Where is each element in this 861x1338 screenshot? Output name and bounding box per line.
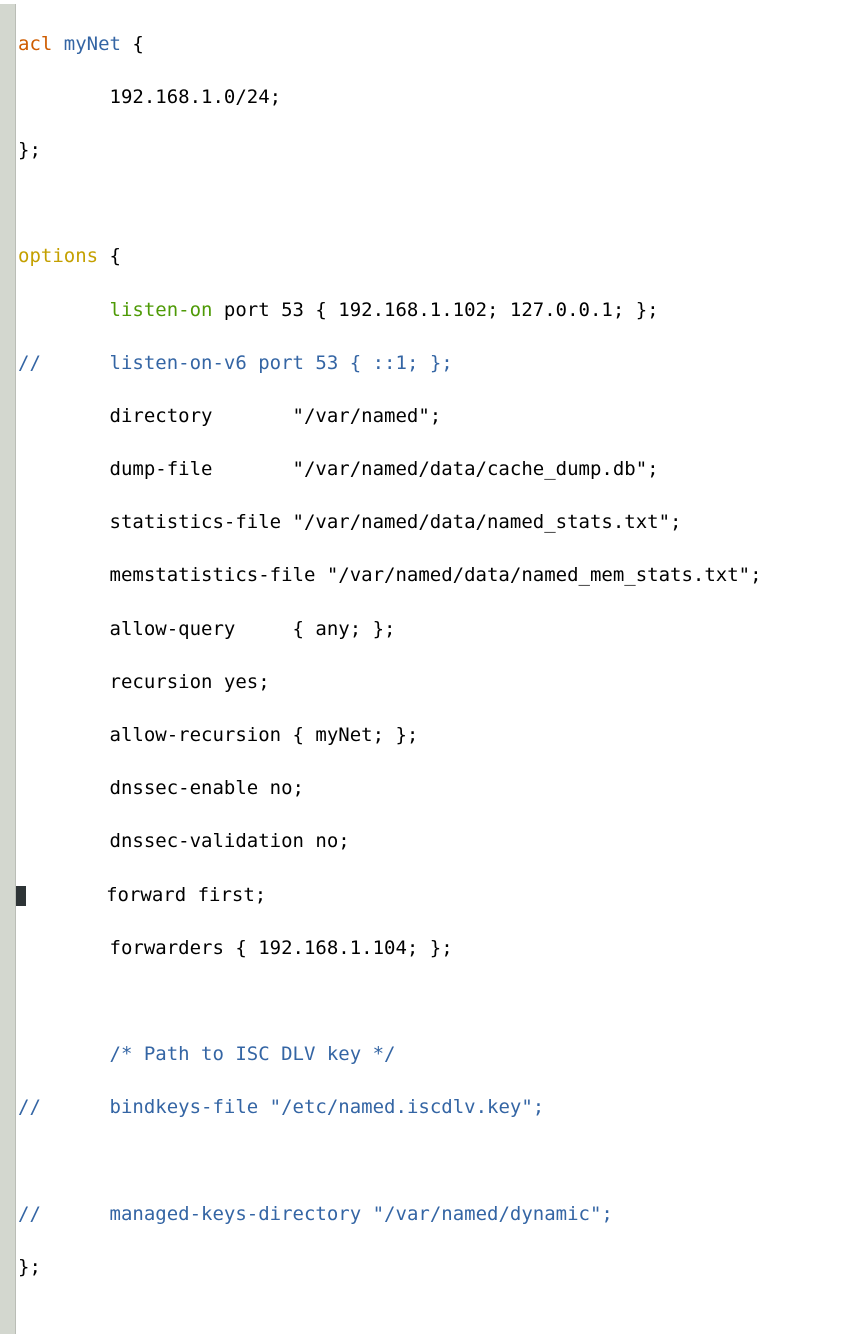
keyword-options: options	[18, 245, 98, 267]
code-line: allow-query { any; };	[18, 616, 762, 643]
blank-line	[18, 988, 762, 1015]
code-line: statistics-file "/var/named/data/named_s…	[18, 509, 762, 536]
code-line: forwarders { 192.168.1.104; };	[18, 935, 762, 962]
code-line: // bindkeys-file "/etc/named.iscdlv.key"…	[18, 1094, 762, 1121]
code-line: // listen-on-v6 port 53 { ::1; };	[18, 350, 762, 377]
code-line: recursion yes;	[18, 669, 762, 696]
code-line: dump-file "/var/named/data/cache_dump.db…	[18, 456, 762, 483]
code-line: forward first;	[18, 882, 762, 909]
code-line: directory "/var/named";	[18, 403, 762, 430]
code-line: // managed-keys-directory "/var/named/dy…	[18, 1201, 762, 1228]
code-line: memstatistics-file "/var/named/data/name…	[18, 562, 762, 589]
code-line: options {	[18, 243, 762, 270]
brace-open: {	[121, 33, 144, 55]
blank-line	[18, 1148, 762, 1175]
comment-slashes: //	[18, 352, 41, 374]
blank-line	[18, 190, 762, 217]
code-line: dnssec-validation no;	[18, 828, 762, 855]
code-line: };	[18, 137, 762, 164]
comment-text: managed-keys-directory "/var/named/dynam…	[41, 1203, 613, 1225]
comment-text: bindkeys-file "/etc/named.iscdlv.key";	[41, 1096, 544, 1118]
code-line: /* Path to ISC DLV key */	[18, 1041, 762, 1068]
code-line: allow-recursion { myNet; };	[18, 722, 762, 749]
code-line: };	[18, 1254, 762, 1281]
code-line: acl myNet {	[18, 31, 762, 58]
code-line: listen-on port 53 { 192.168.1.102; 127.0…	[18, 297, 762, 324]
comment-text: listen-on-v6 port 53 { ::1; };	[41, 352, 453, 374]
brace-open: {	[98, 245, 121, 267]
editor-gutter	[0, 4, 16, 1334]
comment-slashes: //	[18, 1203, 41, 1225]
code-line: dnssec-enable no;	[18, 775, 762, 802]
code-line: 192.168.1.0/24;	[18, 84, 762, 111]
code-area[interactable]: acl myNet { 192.168.1.0/24; }; options {…	[16, 4, 762, 1334]
listen-on-args: port 53 { 192.168.1.102; 127.0.0.1; };	[212, 299, 658, 321]
comment-slashes: //	[18, 1096, 41, 1118]
acl-name: myNet	[64, 33, 121, 55]
keyword-acl: acl	[18, 33, 52, 55]
directive-listen-on: listen-on	[110, 299, 213, 321]
text-cursor	[16, 886, 26, 906]
forward-first: forward first;	[26, 884, 266, 906]
code-editor[interactable]: acl myNet { 192.168.1.0/24; }; options {…	[0, 4, 861, 1334]
